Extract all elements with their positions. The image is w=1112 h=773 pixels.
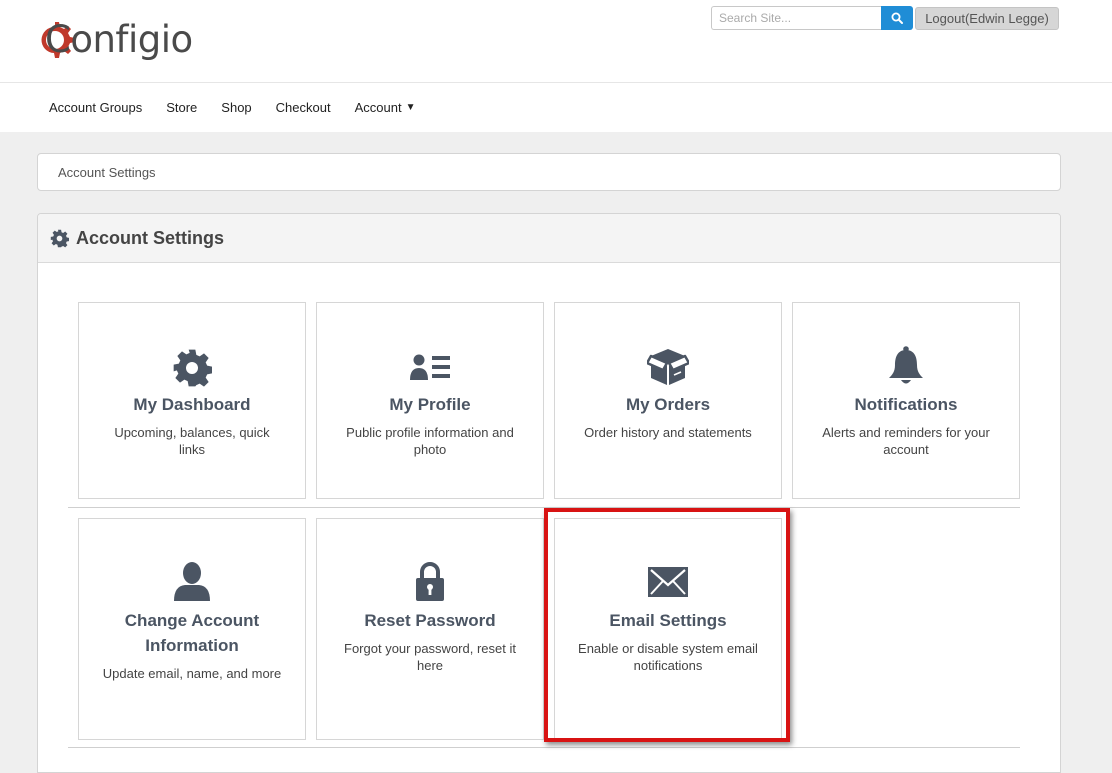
nav-item-account-groups[interactable]: Account Groups [37,83,154,132]
top-bar: Configio Logout(Edwin Legge) [0,0,1112,83]
gear-icon [50,229,69,247]
logout-button[interactable]: Logout(Edwin Legge) [915,7,1059,30]
nav-item-label: Account [354,100,402,115]
nav-item-label: Account Groups [49,100,143,115]
profile-card-icon [410,354,450,380]
row-divider [68,507,1020,508]
card-change-account-information[interactable]: Change Account Information Update email,… [78,518,306,740]
card-description: Enable or disable system email notificat… [578,641,758,673]
search-input[interactable] [711,6,881,30]
card-title: Notifications [854,395,958,414]
card-title: Email Settings [609,611,727,630]
search-bar [711,6,913,30]
nav-item-account[interactable]: Account ▼ [343,83,428,132]
card-notifications[interactable]: Notifications Alerts and reminders for y… [792,302,1020,499]
card-description: Public profile information and photo [346,425,514,457]
lock-icon [416,562,444,601]
search-icon [891,12,903,24]
card-description: Alerts and reminders for your account [822,425,990,457]
card-my-dashboard[interactable]: My Dashboard Upcoming, balances, quick l… [78,302,306,499]
main-nav: Account Groups Store Shop Checkout Accou… [0,83,1112,132]
card-email-settings[interactable]: Email Settings Enable or disable system … [554,518,782,740]
nav-item-store[interactable]: Store [154,83,209,132]
card-reset-password[interactable]: Reset Password Forgot your password, res… [316,518,544,740]
envelope-icon [648,567,688,597]
card-title: Change Account Information [124,611,260,655]
card-title: My Profile [389,395,471,414]
breadcrumb-current: Account Settings [58,164,156,180]
card-title: My Orders [625,395,711,414]
gear-icon [173,349,212,387]
nav-item-label: Shop [221,100,252,115]
caret-down-icon: ▼ [405,102,416,113]
card-description: Upcoming, balances, quick links [114,425,270,457]
card-title: Reset Password [364,611,496,630]
bell-icon [889,346,923,384]
logo-text: Configio [45,18,193,61]
row-divider [68,747,1020,748]
nav-item-shop[interactable]: Shop [209,83,263,132]
card-title: My Dashboard [133,395,251,414]
nav-item-checkout[interactable]: Checkout [264,83,343,132]
panel-header: Account Settings [38,214,1060,263]
open-box-icon [647,349,689,385]
nav-item-label: Checkout [275,100,331,115]
panel-title: Account Settings [76,227,225,248]
logo[interactable]: Configio [36,13,193,67]
nav-item-label: Store [166,100,198,115]
card-description: Order history and statements [584,425,752,440]
card-my-profile[interactable]: My Profile Public profile information an… [316,302,544,499]
search-button[interactable] [881,6,913,30]
breadcrumb: Account Settings [37,153,1061,191]
card-description: Update email, name, and more [102,666,282,681]
card-my-orders[interactable]: My Orders Order history and statements [554,302,782,499]
card-description: Forgot your password, reset it here [344,641,516,673]
user-icon [174,562,210,601]
